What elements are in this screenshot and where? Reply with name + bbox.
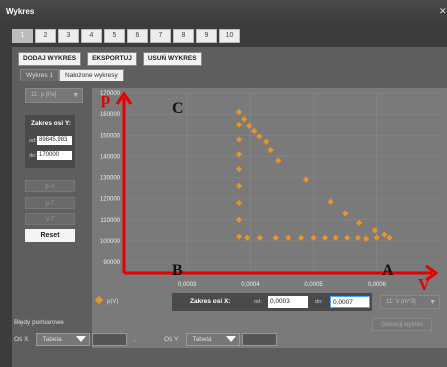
- data-point: [381, 231, 388, 238]
- legend-series-label: p(V): [107, 299, 119, 305]
- y-tick-labels: 1700001600001500001400001300001200001100…: [100, 91, 121, 266]
- x-from-label: od:: [254, 299, 262, 305]
- data-point: [256, 133, 263, 140]
- v-axis-label: V: [418, 275, 431, 294]
- data-point: [355, 219, 363, 227]
- legend-marker: [94, 295, 104, 305]
- data-point: [285, 234, 292, 241]
- data-point: [327, 198, 334, 205]
- chart-points: [235, 108, 393, 242]
- data-point: [342, 210, 349, 217]
- x-to-input[interactable]: 0,0007: [330, 296, 370, 308]
- x-tick-label: 0,0004: [241, 282, 260, 288]
- chart-svg: 1700001600001500001400001300001200001100…: [100, 89, 440, 294]
- data-point: [235, 199, 243, 206]
- y-tick-label: 110000: [100, 218, 120, 224]
- error-y-input[interactable]: [242, 333, 278, 346]
- data-point: [244, 234, 251, 241]
- chevron-down-icon: ▼: [429, 299, 436, 306]
- y-tick-label: 160000: [100, 112, 121, 118]
- error-y-select[interactable]: Tabela: [186, 333, 241, 346]
- data-point: [256, 234, 263, 241]
- data-point: [321, 234, 329, 241]
- point-label-b: B: [172, 262, 183, 279]
- data-point: [275, 157, 282, 164]
- data-point: [235, 165, 243, 173]
- data-point: [240, 116, 248, 123]
- errors-title: Błędy pomiarowe: [14, 319, 64, 326]
- chevron-down-icon: [76, 336, 87, 342]
- error-x-label: Oś X: [14, 336, 29, 343]
- point-label-a: A: [382, 262, 394, 279]
- error-x-select-value: Tabela: [42, 336, 62, 343]
- data-point: [267, 146, 274, 154]
- x-axis-select[interactable]: 11: V [m^3] ▼: [380, 295, 440, 309]
- error-x-row: Oś X Tabela ,: [14, 333, 143, 346]
- y-tick-label: 140000: [100, 154, 121, 160]
- y-tick-label: 90000: [103, 260, 120, 266]
- error-x-select[interactable]: Tabela: [36, 333, 91, 346]
- chart-axes: [115, 91, 439, 282]
- x-tick-label: 0,0003: [178, 282, 197, 288]
- y-tick-label: 150000: [100, 133, 121, 139]
- chevron-down-icon: [226, 336, 237, 342]
- data-point: [235, 216, 243, 223]
- error-y-row: Oś Y Tabela: [164, 333, 278, 346]
- data-point: [272, 234, 279, 241]
- data-point: [297, 234, 305, 241]
- generate-chart-button[interactable]: Generuj wykres: [372, 318, 432, 331]
- error-y-select-value: Tabela: [192, 336, 212, 343]
- data-point: [263, 138, 270, 145]
- y-tick-label: 130000: [100, 176, 121, 182]
- error-separator: ,: [133, 336, 136, 343]
- x-axis-select-value: 11: V [m^3]: [386, 299, 416, 305]
- x-tick-label: 0,0006: [368, 282, 387, 288]
- data-point: [310, 234, 317, 241]
- error-x-input[interactable]: [92, 333, 128, 346]
- p-axis-label: p: [101, 89, 110, 108]
- data-point: [246, 122, 253, 129]
- x-from-input[interactable]: 0,0003: [268, 296, 308, 308]
- data-point: [251, 127, 258, 135]
- data-point: [235, 121, 243, 128]
- point-label-c: C: [172, 100, 184, 117]
- data-point: [354, 234, 361, 241]
- y-tick-label: 100000: [100, 239, 121, 245]
- data-point: [235, 233, 243, 240]
- data-point: [332, 234, 339, 241]
- chart-grid: [124, 92, 440, 270]
- data-point: [373, 234, 380, 241]
- x-to-label: do:: [315, 299, 323, 305]
- data-point: [235, 182, 243, 190]
- y-tick-label: 120000: [100, 197, 121, 203]
- data-point: [343, 234, 351, 241]
- chart-legend: p(V): [94, 295, 119, 305]
- x-tick-labels: 0,0003 0,0004 0,0005 0,0006: [178, 282, 387, 288]
- x-tick-label: 0,0005: [304, 282, 323, 288]
- x-range-box: Zakres osi X: od: 0,0003 do: 0,0007: [172, 293, 372, 311]
- error-y-label: Oś Y: [164, 336, 179, 343]
- x-range-title: Zakres osi X:: [190, 298, 231, 305]
- data-point: [235, 136, 243, 143]
- data-point: [386, 234, 393, 241]
